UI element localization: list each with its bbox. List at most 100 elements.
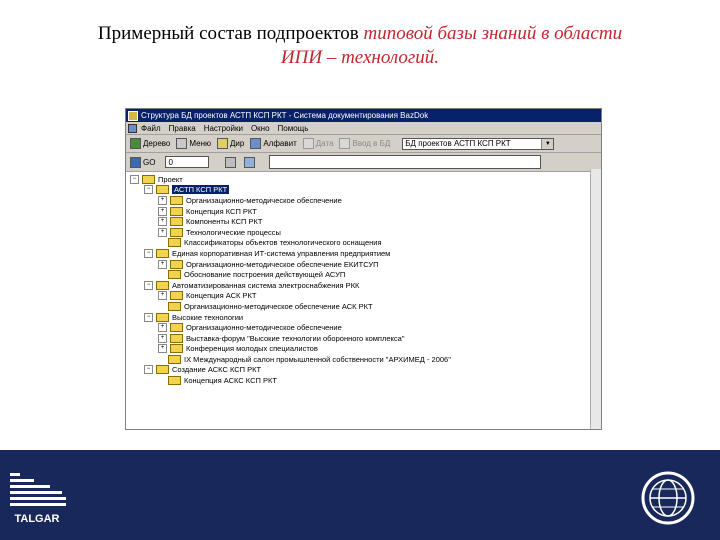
expand-icon[interactable]: + <box>158 259 167 269</box>
tree-node-label: IX Международный салон промышленной собс… <box>184 354 451 364</box>
collapse-icon[interactable]: − <box>144 280 153 290</box>
collapse-icon[interactable]: − <box>144 185 153 195</box>
menu-file[interactable]: Файл <box>141 124 161 133</box>
alphabet-button[interactable]: Алфавит <box>250 138 297 149</box>
tree-node[interactable]: − Автоматизированная система электроснабж… <box>126 280 601 291</box>
calendar-icon <box>302 138 314 149</box>
menu-icon <box>176 138 188 149</box>
collapse-icon[interactable]: − <box>144 312 153 322</box>
tree-node-label: Автоматизированная система электроснабже… <box>172 280 360 290</box>
tree-node[interactable]: − АСТП КСП РКТ <box>126 185 601 196</box>
expand-icon[interactable]: + <box>158 206 167 216</box>
arrow-icon <box>130 156 141 168</box>
tree-button[interactable]: Дерево <box>130 138 170 149</box>
title-emph: типовой базы знаний в области <box>363 23 623 44</box>
tree-node-label: Выставка-форум "Высокие технологии оборо… <box>186 333 405 343</box>
number-field[interactable]: 0 <box>165 156 210 168</box>
app-icon <box>128 110 138 121</box>
folder-icon <box>156 280 169 290</box>
tree-node[interactable]: + Компоненты КСП РКТ <box>126 216 601 227</box>
toolbar-main: Дерево Меню Дир Алфавит Дата Ввод в БД Б… <box>126 135 601 153</box>
tree-node[interactable]: + Концепция АСК РКТ <box>126 291 601 302</box>
tree-leaf-icon <box>158 356 165 363</box>
tree-node-label: Концепция АСК РКТ <box>186 291 257 301</box>
expand-icon[interactable]: + <box>158 323 167 333</box>
tree-node[interactable]: − Проект <box>126 174 601 185</box>
collapse-icon[interactable]: − <box>144 365 153 375</box>
go-button[interactable]: GO <box>130 156 155 168</box>
window-title: Структура БД проектов АСТП КСП РКТ - Сис… <box>141 111 429 120</box>
footer-band <box>0 450 720 540</box>
printer-icon <box>225 156 237 168</box>
folder-icon <box>156 185 169 195</box>
collapse-icon[interactable]: − <box>144 248 153 258</box>
alphabet-icon <box>250 138 262 149</box>
tree-node-label: Создание АСКС КСП РКТ <box>172 365 262 375</box>
tree-node[interactable]: + Организационно-методическое обеспечение <box>126 195 601 206</box>
folder-icon <box>170 227 183 237</box>
tree-node-label: Компоненты КСП РКТ <box>186 217 263 227</box>
tree-node-label: Концепция КСП РКТ <box>186 206 257 216</box>
folder-icon <box>156 365 169 375</box>
dir-button[interactable]: Дир <box>217 138 244 149</box>
folder-icon <box>170 323 183 333</box>
menu-help[interactable]: Помощь <box>278 124 309 133</box>
date-button[interactable]: Дата <box>302 138 333 149</box>
menu-edit[interactable]: Правка <box>169 124 196 133</box>
folder-icon <box>170 344 183 354</box>
tree-node-label: Технологические процессы <box>186 227 281 237</box>
tree-node[interactable]: + Технологические процессы <box>126 227 601 238</box>
tree-leaf-icon <box>158 377 165 384</box>
expand-icon[interactable]: + <box>158 217 167 227</box>
tree-node[interactable]: Обоснование построения действующей АСУП <box>126 269 601 280</box>
tree-node[interactable]: Концепция АСКС КСП РКТ <box>126 375 601 386</box>
tree-node-label: Концепция АСКС КСП РКТ <box>184 376 277 386</box>
folder-icon <box>168 376 181 386</box>
db-input-button[interactable]: Ввод в БД <box>339 138 390 149</box>
tree-node[interactable]: + Организационно-методическое обеспечение <box>126 322 601 333</box>
menu-settings[interactable]: Настройки <box>204 124 243 133</box>
folder-icon <box>170 217 183 227</box>
expand-icon[interactable]: + <box>158 227 167 237</box>
collapse-icon[interactable]: − <box>130 174 139 184</box>
window-titlebar[interactable]: Структура БД проектов АСТП КСП РКТ - Сис… <box>126 109 601 122</box>
logo-text: TALGAR <box>14 513 59 525</box>
tree-node[interactable]: + Выставка-форум "Высокие технологии обор… <box>126 333 601 344</box>
app-window: Структура БД проектов АСТП КСП РКТ - Сис… <box>125 108 602 430</box>
menu-window[interactable]: Окно <box>251 124 270 133</box>
db-selector[interactable]: БД проектов АСТП КСП РКТ ▼ <box>402 137 555 150</box>
tree-node[interactable]: + Концепция КСП РКТ <box>126 206 601 217</box>
title-plain: Примерный состав подпроектов <box>97 23 364 44</box>
tree-node[interactable]: Классификаторы объектов технологического… <box>126 238 601 249</box>
chevron-down-icon[interactable]: ▼ <box>541 138 554 149</box>
tree-node-label: Организационно-методическое обеспечение … <box>184 301 373 311</box>
print-button[interactable] <box>225 156 238 168</box>
menu-button[interactable]: Меню <box>176 138 211 149</box>
tree-node[interactable]: − Единая корпоративная ИТ-система управле… <box>126 248 601 259</box>
folder-icon <box>168 354 181 364</box>
tree-node[interactable]: IX Международный салон промышленной собс… <box>126 354 601 365</box>
tree-node-label: Организационно-методическое обеспечение … <box>186 259 379 269</box>
folder-icon <box>170 259 183 269</box>
expand-icon[interactable]: + <box>158 291 167 301</box>
tree-node-label: Конференция молодых специалистов <box>186 344 318 354</box>
tree-leaf-icon <box>158 239 165 246</box>
document-icon <box>128 123 137 133</box>
expand-icon[interactable]: + <box>158 195 167 205</box>
tree-node-label: Единая корпоративная ИТ-система управлен… <box>172 248 391 258</box>
tree-node[interactable]: Организационно-методическое обеспечение … <box>126 301 601 312</box>
tree-node-label: Высокие технологии <box>172 312 244 322</box>
expand-icon[interactable]: + <box>158 344 167 354</box>
tree-node-label: АСТП КСП РКТ <box>172 185 230 195</box>
tree-node[interactable]: + Конференция молодых специалистов <box>126 344 601 355</box>
vertical-scrollbar[interactable] <box>590 169 601 429</box>
find-button[interactable] <box>244 156 257 168</box>
expand-icon[interactable]: + <box>158 333 167 343</box>
folder-icon <box>217 138 228 149</box>
tree-leaf-icon <box>158 303 165 310</box>
search-input[interactable] <box>269 155 542 169</box>
tree-node[interactable]: + Организационно-методическое обеспечение… <box>126 259 601 270</box>
tree-node-label: Организационно-методическое обеспечение <box>186 195 342 205</box>
tree-node[interactable]: − Создание АСКС КСП РКТ <box>126 365 601 376</box>
tree-node[interactable]: − Высокие технологии <box>126 312 601 323</box>
